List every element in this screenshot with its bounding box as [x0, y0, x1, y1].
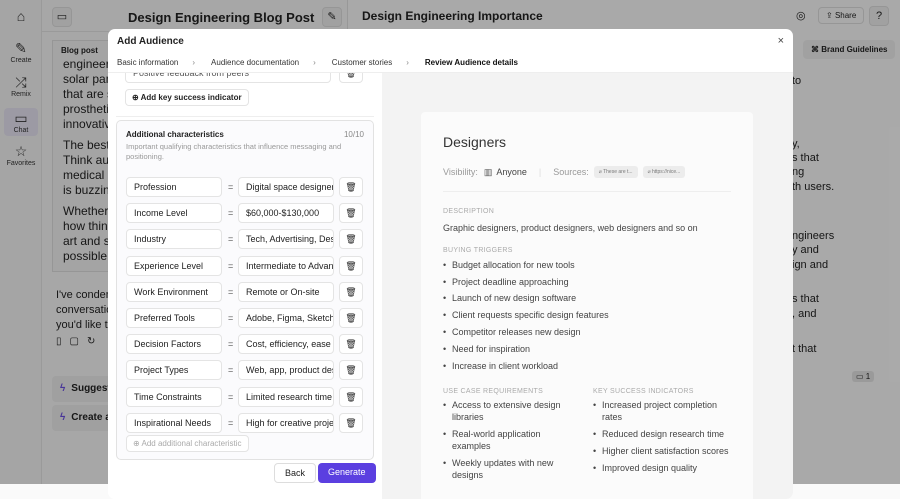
- equals-sign: =: [228, 417, 234, 428]
- trash-icon[interactable]: 🗑: [339, 308, 363, 328]
- description-label: DESCRIPTION: [443, 208, 495, 215]
- list-item: Client requests specific design features: [443, 309, 731, 321]
- characteristic-key-input[interactable]: Income Level: [126, 203, 222, 224]
- trash-icon[interactable]: 🗑: [339, 412, 363, 433]
- characteristic-value-input[interactable]: Web, app, product design: [238, 360, 334, 381]
- visibility-label: Visibility:: [443, 167, 478, 177]
- list-item: Need for inspiration: [443, 343, 731, 355]
- source-label: https://nice...: [651, 169, 681, 175]
- characteristic-key-input[interactable]: Inspirational Needs: [126, 412, 222, 433]
- ksi-label: KEY SUCCESS INDICATORS: [593, 387, 694, 395]
- trash-icon[interactable]: 🗑: [339, 386, 363, 407]
- audience-name: Designers: [443, 134, 507, 150]
- step-review-audience[interactable]: Review Audience details: [425, 58, 518, 67]
- section-title: Additional characteristics: [126, 130, 224, 139]
- characteristic-value-input[interactable]: Remote or On-site: [238, 281, 334, 302]
- sources-label: Sources:: [553, 167, 589, 177]
- trash-icon[interactable]: 🗑: [339, 229, 363, 250]
- source-chip[interactable]: ⌀ https://nice...: [642, 166, 686, 178]
- characteristic-key-input[interactable]: Project Types: [126, 360, 222, 381]
- list-item: Competitor releases new design: [443, 326, 731, 338]
- characteristic-key-input[interactable]: Industry: [126, 229, 222, 250]
- description-text: Graphic designers, product designers, we…: [443, 223, 698, 233]
- audience-preview-card: Designers Visibility: ▥ Anyone | Sources…: [421, 112, 753, 499]
- trash-icon[interactable]: 🗑: [339, 360, 363, 381]
- list-item: Launch of new design software: [443, 292, 731, 304]
- count-label: 10/10: [343, 130, 364, 139]
- list-item: Weekly updates with new designs: [443, 457, 581, 481]
- characteristic-key-input[interactable]: Decision Factors: [126, 334, 222, 355]
- trash-icon[interactable]: 🗑: [339, 73, 363, 83]
- preview-column: Designers Visibility: ▥ Anyone | Sources…: [382, 73, 793, 499]
- use-case-list: Access to extensive design libraries Real…: [443, 399, 581, 481]
- list-item: Access to extensive design libraries: [443, 399, 581, 423]
- visibility-value: Anyone: [496, 167, 527, 177]
- list-item: Improved design quality: [593, 462, 731, 474]
- characteristic-value-input[interactable]: Adobe, Figma, Sketch: [238, 308, 334, 328]
- add-characteristic-button[interactable]: ⊕ Add additional characteristic: [126, 435, 249, 452]
- equals-sign: =: [228, 260, 234, 271]
- equals-sign: =: [228, 339, 234, 350]
- characteristic-value-input[interactable]: Intermediate to Advanced: [238, 255, 334, 276]
- add-key-success-indicator-button[interactable]: ⊕ Add key success indicator: [125, 89, 249, 106]
- trash-icon[interactable]: 🗑: [339, 203, 363, 224]
- buying-triggers-label: BUYING TRIGGERS: [443, 247, 513, 254]
- list-item: Reduced design research time: [593, 428, 731, 440]
- buying-triggers-list: Budget allocation for new tools Project d…: [443, 259, 731, 372]
- form-column[interactable]: Positive feedback from peers 🗑 ⊕ Add key…: [108, 73, 382, 499]
- back-label: Back: [285, 468, 306, 478]
- source-chip[interactable]: ⌀ These are t...: [593, 166, 638, 178]
- key-success-indicator-input[interactable]: Positive feedback from peers: [125, 73, 331, 83]
- list-item: Budget allocation for new tools: [443, 259, 731, 271]
- equals-sign: =: [228, 365, 234, 376]
- trash-icon[interactable]: 🗑: [339, 281, 363, 302]
- equals-sign: =: [228, 286, 234, 297]
- add-audience-modal: Add Audience × Basic information › Audien…: [108, 29, 793, 499]
- list-item: Real-world application examples: [443, 428, 581, 452]
- characteristic-key-input[interactable]: Experience Level: [126, 255, 222, 276]
- equals-sign: =: [228, 182, 234, 192]
- step-customer-stories[interactable]: Customer stories: [332, 58, 392, 67]
- generate-button[interactable]: Generate: [318, 463, 376, 483]
- list-item: Increase in client workload: [443, 360, 731, 372]
- equals-sign: =: [228, 234, 234, 245]
- characteristic-key-input[interactable]: Profession: [126, 177, 222, 197]
- list-item: Project deadline approaching: [443, 276, 731, 288]
- characteristic-value-input[interactable]: Tech, Advertising, Design: [238, 229, 334, 250]
- generate-label: Generate: [328, 467, 366, 477]
- characteristic-value-input[interactable]: $60,000-$130,000: [238, 203, 334, 224]
- equals-sign: =: [228, 391, 234, 402]
- characteristic-key-input[interactable]: Time Constraints: [126, 386, 222, 407]
- add-label: Add additional characteristic: [141, 439, 242, 448]
- source-label: These are t...: [603, 169, 633, 175]
- trash-icon[interactable]: 🗑: [339, 334, 363, 355]
- characteristic-key-input[interactable]: Preferred Tools: [126, 308, 222, 328]
- ksi-list: Increased project completion rates Reduce…: [593, 399, 731, 473]
- add-label: Add key success indicator: [140, 93, 242, 102]
- step-audience-documentation[interactable]: Audience documentation: [211, 58, 299, 67]
- list-item: Increased project completion rates: [593, 399, 731, 423]
- step-basic-information[interactable]: Basic information: [117, 58, 178, 67]
- trash-icon[interactable]: 🗑: [339, 177, 363, 197]
- modal-title: Add Audience: [117, 36, 184, 47]
- list-item: Higher client satisfaction scores: [593, 445, 731, 457]
- characteristic-value-input[interactable]: Digital space designers: [238, 177, 334, 197]
- characteristic-value-input[interactable]: High for creative projects: [238, 412, 334, 433]
- characteristic-value-input[interactable]: Cost, efficiency, ease of use: [238, 334, 334, 355]
- equals-sign: =: [228, 313, 234, 323]
- stepper: Basic information › Audience documentatio…: [108, 53, 793, 73]
- building-icon: ▥: [483, 166, 493, 177]
- characteristic-value-input[interactable]: Limited research time: [238, 386, 334, 407]
- use-case-label: USE CASE REQUIREMENTS: [443, 387, 544, 395]
- characteristic-key-input[interactable]: Work Environment: [126, 281, 222, 302]
- equals-sign: =: [228, 208, 234, 219]
- trash-icon[interactable]: 🗑: [339, 255, 363, 276]
- section-description: Important qualifying characteristics tha…: [126, 142, 342, 161]
- back-button[interactable]: Back: [274, 463, 317, 483]
- close-icon[interactable]: ×: [778, 35, 784, 47]
- additional-characteristics-card: Additional characteristics 10/10 Importa…: [116, 120, 374, 460]
